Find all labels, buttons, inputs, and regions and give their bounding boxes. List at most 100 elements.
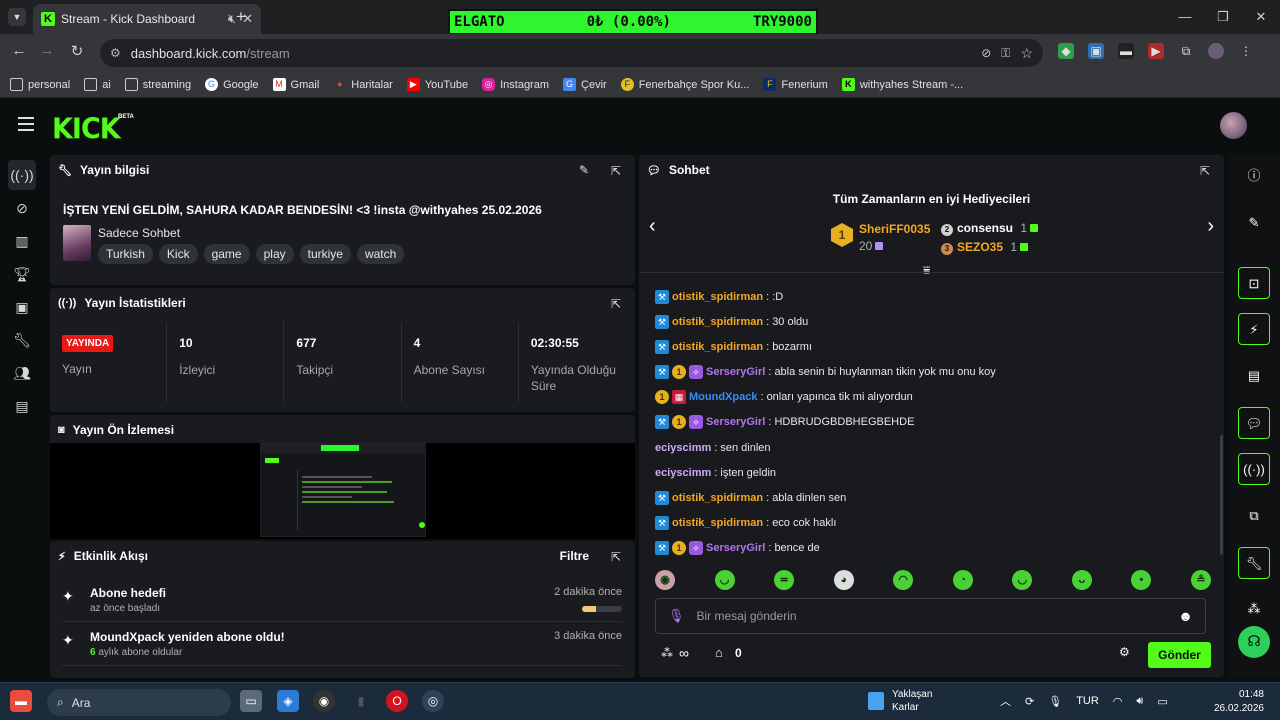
emote-icon[interactable]: ◡: [714, 570, 735, 590]
chat-bubble-icon[interactable]: 💬︎: [1238, 407, 1270, 439]
chat-username[interactable]: eciyscimm: [655, 441, 711, 455]
chat-username[interactable]: SerseryGirl: [706, 541, 765, 555]
file-explorer-icon[interactable]: ▭: [240, 690, 262, 712]
chat-message-input[interactable]: 🎙︎ Bir mesaj gönderin ☻: [655, 598, 1206, 634]
tag-chip[interactable]: Turkish: [98, 244, 153, 264]
chevron-left-icon[interactable]: ‹: [649, 215, 656, 238]
bookmark-item[interactable]: F Fenerium: [763, 78, 828, 91]
filter-button[interactable]: Filtre: [560, 549, 589, 563]
bookmark-item[interactable]: personal: [10, 78, 70, 91]
microphone-icon[interactable]: 🎙︎: [668, 608, 685, 624]
password-key-icon[interactable]: ⚿: [1001, 46, 1010, 61]
emote-icon[interactable]: ≗: [1190, 570, 1211, 590]
emote-icon[interactable]: ᴗ: [1071, 570, 1092, 590]
chrome-icon[interactable]: ◎: [422, 690, 444, 712]
kick-logo[interactable]: KICK: [52, 113, 121, 146]
bookmark-item[interactable]: streaming: [124, 78, 191, 91]
bookmark-item[interactable]: ● Haritalar: [333, 78, 393, 91]
forward-button[interactable]: →: [36, 42, 58, 59]
chat-username[interactable]: MoundXpack: [689, 390, 757, 404]
points-icon[interactable]: ⁂: [661, 646, 673, 660]
tag-chip[interactable]: watch: [356, 244, 405, 264]
chat-username[interactable]: SerseryGirl: [706, 365, 765, 379]
language-indicator[interactable]: TUR: [1076, 695, 1099, 707]
top-gifter-first[interactable]: 1: [831, 223, 853, 247]
dark-extension-icon[interactable]: ▬: [1118, 43, 1134, 59]
sync-icon[interactable]: ⟳: [1025, 695, 1034, 708]
profile-avatar-icon[interactable]: [1208, 43, 1224, 59]
video-extension-icon[interactable]: ▶: [1148, 43, 1164, 59]
camera-blocked-icon[interactable]: ⊘: [981, 46, 991, 60]
back-button[interactable]: ←: [8, 42, 30, 59]
broadcast-icon[interactable]: ((·)): [1238, 453, 1270, 485]
collapse-gifters-icon[interactable]: ⩸: [923, 263, 930, 278]
emote-icon[interactable]: •: [1131, 570, 1152, 590]
top-gifter-third[interactable]: 3 SEZO35 1: [941, 240, 1029, 255]
omnibox[interactable]: ⚙ dashboard.kick.com/stream ⊘ ⚿ ☆: [100, 39, 1043, 67]
hamburger-menu-icon[interactable]: [18, 117, 34, 131]
opera-icon[interactable]: O: [386, 690, 408, 712]
reload-button[interactable]: ↻: [66, 42, 88, 60]
bookmark-item[interactable]: ai: [84, 78, 111, 91]
volume-icon[interactable]: 🔊︎: [1136, 695, 1143, 708]
support-headset-icon[interactable]: ☊: [1238, 626, 1270, 658]
tag-chip[interactable]: turkiye: [299, 244, 351, 264]
weather-widget[interactable]: Yaklaşan Karlar: [868, 688, 932, 714]
wifi-icon[interactable]: ◠: [1113, 695, 1123, 708]
popout-icon[interactable]: ⇱: [611, 550, 621, 564]
screen-capture-icon[interactable]: ⊡: [1238, 267, 1270, 299]
taskbar-clock[interactable]: 01:48 26.02.2026: [1212, 688, 1264, 716]
top-gifter-second[interactable]: 2 consensu 1: [941, 221, 1039, 236]
emote-icon[interactable]: ◠: [893, 570, 914, 590]
lightning-icon[interactable]: ⚡︎: [1238, 313, 1270, 345]
start-widget-icon[interactable]: ▬: [10, 690, 32, 712]
browser-tab[interactable]: K Stream - Kick Dashboard 🔇︎ ✕: [33, 4, 261, 34]
tray-chevron-icon[interactable]: ︿: [1000, 693, 1011, 709]
tag-chip[interactable]: play: [255, 244, 294, 264]
minimize-button[interactable]: —: [1166, 0, 1204, 34]
user-avatar[interactable]: [1220, 112, 1247, 139]
bookmark-star-icon[interactable]: ☆: [1020, 45, 1033, 62]
taskbar-search[interactable]: ⌕ Ara: [47, 689, 231, 716]
popout-icon[interactable]: ⇱: [611, 164, 621, 178]
chat-username[interactable]: otistik_spidirman: [672, 340, 763, 354]
tag-chip[interactable]: Kick: [158, 244, 198, 264]
restore-button[interactable]: ❐: [1204, 0, 1242, 34]
tab-search-button[interactable]: ▼: [8, 8, 26, 26]
obs-icon[interactable]: ◉: [313, 690, 335, 712]
emoji-icon[interactable]: ☻: [1178, 608, 1193, 624]
emote-icon[interactable]: ≖: [774, 570, 795, 590]
site-info-icon[interactable]: ⚙: [110, 46, 121, 60]
creator-tools-icon[interactable]: ▤: [8, 391, 36, 421]
chat-settings-gear-icon[interactable]: ⚙: [1119, 645, 1130, 659]
bookmark-item[interactable]: ◎ Instagram: [482, 78, 549, 91]
chat-username[interactable]: SerseryGirl: [706, 415, 765, 429]
chat-username[interactable]: eciyscimm: [655, 466, 711, 480]
mute-tab-icon[interactable]: 🔇︎: [228, 11, 236, 27]
edit-pencil-icon[interactable]: ✎: [1238, 207, 1270, 239]
browser-menu-icon[interactable]: ⋮: [1238, 43, 1254, 59]
store-icon[interactable]: ⌂: [715, 645, 723, 660]
app-icon[interactable]: ▮: [350, 690, 372, 712]
layout-icon[interactable]: ⧉: [1238, 500, 1270, 532]
translate-extension-icon[interactable]: ▣: [1088, 43, 1104, 59]
bookmark-item[interactable]: F Fenerbahçe Spor Ku...: [620, 78, 749, 91]
trophy-icon[interactable]: 🏆︎: [8, 259, 36, 289]
bookmark-item[interactable]: G Çevir: [563, 78, 607, 91]
send-button[interactable]: Gönder: [1148, 642, 1211, 668]
emote-icon[interactable]: ◉: [655, 570, 675, 590]
microphone-icon[interactable]: 🎙︎: [1048, 695, 1062, 708]
info-icon[interactable]: ⓘ: [1238, 160, 1270, 192]
popout-icon[interactable]: ⇱: [1200, 164, 1210, 178]
bookmark-item[interactable]: G Google: [205, 78, 259, 91]
emote-icon[interactable]: ◕: [833, 570, 854, 590]
chat-username[interactable]: otistik_spidirman: [672, 315, 763, 329]
url-text[interactable]: dashboard.kick.com/stream: [131, 46, 971, 61]
battery-icon[interactable]: ▭: [1157, 695, 1167, 708]
stream-broadcast-icon[interactable]: ((·)): [8, 160, 36, 190]
bookmark-item[interactable]: Kwithyahes Stream -...: [841, 78, 963, 91]
points-icon[interactable]: ⁂: [1238, 593, 1270, 625]
new-tab-button[interactable]: +: [236, 7, 246, 27]
shield-extension-icon[interactable]: ◆: [1058, 43, 1074, 59]
chat-username[interactable]: otistik_spidirman: [672, 491, 763, 505]
